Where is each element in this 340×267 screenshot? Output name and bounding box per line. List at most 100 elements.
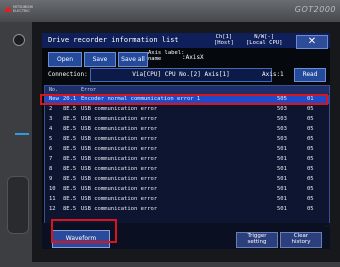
table-cell-code: 8E.5 — [63, 196, 77, 202]
table-cell-c1: 503 — [277, 126, 287, 132]
table-row[interactable]: 11 8E.5 USB communication error 501 05 — [45, 195, 329, 204]
save-all-button[interactable]: Save all — [118, 52, 148, 67]
table-cell-text: USB communication error — [81, 106, 158, 112]
table-cell-code: 8E.5 — [63, 186, 77, 192]
network-info: N/W[-] [Local CPU] — [246, 34, 283, 46]
table-cell-c2: 05 — [307, 116, 314, 122]
window-title-bar: Drive recorder information list Ch[1] [H… — [42, 33, 330, 49]
table-cell-text: USB communication error — [81, 176, 158, 182]
device-top-bar: MITSUBISHI ELECTRIC GOT2000 — [0, 0, 340, 22]
table-row[interactable]: 12 8E.5 USB communication error 501 05 — [45, 205, 329, 214]
table-cell-c2: 05 — [307, 186, 314, 192]
waveform-button-highlight — [51, 219, 117, 243]
table-cell-text: USB communication error — [81, 166, 158, 172]
table-row[interactable]: 5 8E.5 USB communication error 503 05 — [45, 135, 329, 144]
table-cell-c2: 05 — [307, 136, 314, 142]
table-cell-code: 8E.5 — [63, 126, 77, 132]
table-cell-c1: 501 — [277, 196, 287, 202]
table-row[interactable]: 8 8E.5 USB communication error 501 05 — [45, 165, 329, 174]
table-cell-text: USB communication error — [81, 116, 158, 122]
table-header: No. Error — [45, 86, 329, 94]
hmi-device: MITSUBISHI ELECTRIC GOT2000 Drive record… — [0, 0, 340, 267]
table-row[interactable]: 7 8E.5 USB communication error 501 05 — [45, 155, 329, 164]
device-model: GOT2000 — [294, 5, 336, 14]
close-button[interactable]: ✕ — [296, 35, 328, 49]
table-cell-text: USB communication error — [81, 196, 158, 202]
table-cell-c2: 05 — [307, 196, 314, 202]
axis-number: Axis:1 — [262, 71, 284, 78]
table-cell-no: 7 — [49, 156, 53, 162]
table-cell-code: 8E.5 — [63, 206, 77, 212]
table-row[interactable]: 9 8E.5 USB communication error 501 05 — [45, 175, 329, 184]
table-cell-c2: 05 — [307, 106, 314, 112]
table-cell-no: 6 — [49, 146, 53, 152]
save-button[interactable]: Save — [84, 52, 116, 67]
table-cell-c2: 05 — [307, 206, 314, 212]
table-cell-c1: 503 — [277, 106, 287, 112]
clear-history-button[interactable]: Clear history — [280, 232, 322, 248]
table-row[interactable]: 2 8E.5 USB communication error 503 05 — [45, 105, 329, 114]
table-cell-text: USB communication error — [81, 136, 158, 142]
trigger-setting-button[interactable]: Trigger setting — [236, 232, 278, 248]
table-cell-no: 12 — [49, 206, 56, 212]
table-cell-code: 8E.5 — [63, 116, 77, 122]
table-cell-c1: 501 — [277, 206, 287, 212]
table-cell-code: 8E.5 — [63, 156, 77, 162]
table-cell-c2: 05 — [307, 126, 314, 132]
column-header-error: Error — [81, 87, 97, 93]
table-cell-c1: 501 — [277, 146, 287, 152]
table-cell-code: 8E.5 — [63, 136, 77, 142]
table-cell-no: 5 — [49, 136, 53, 142]
table-cell-c1: 501 — [277, 166, 287, 172]
table-cell-c1: 501 — [277, 156, 287, 162]
table-row[interactable]: 3 8E.5 USB communication error 503 05 — [45, 115, 329, 124]
read-button[interactable]: Read — [294, 68, 326, 82]
table-cell-text: USB communication error — [81, 186, 158, 192]
axis-label-caption: Axis label: name — [148, 50, 185, 62]
open-button[interactable]: Open — [48, 52, 82, 67]
table-row[interactable]: 4 8E.5 USB communication error 503 05 — [45, 125, 329, 134]
table-cell-c2: 05 — [307, 156, 314, 162]
table-cell-no: 8 — [49, 166, 53, 172]
table-cell-no: 4 — [49, 126, 53, 132]
card-slot — [7, 176, 29, 234]
table-cell-c2: 05 — [307, 146, 314, 152]
table-cell-c1: 503 — [277, 116, 287, 122]
connection-field[interactable]: Via[CPU] CPU No.[2] Axis[1] — [90, 68, 272, 82]
clear-history-label: Clear history — [291, 233, 311, 245]
table-cell-no: 9 — [49, 176, 53, 182]
status-led-icon — [15, 133, 29, 135]
table-cell-text: USB communication error — [81, 156, 158, 162]
power-knob-icon — [13, 34, 25, 46]
table-cell-no: 10 — [49, 186, 56, 192]
table-cell-code: 8E.5 — [63, 146, 77, 152]
table-cell-c1: 501 — [277, 186, 287, 192]
brand-logo: MITSUBISHI ELECTRIC — [4, 5, 34, 18]
table-cell-text: USB communication error — [81, 206, 158, 212]
table-cell-no: 11 — [49, 196, 56, 202]
column-header-no: No. — [49, 87, 59, 93]
table-row[interactable]: 6 8E.5 USB communication error 501 05 — [45, 145, 329, 154]
table-cell-text: USB communication error — [81, 126, 158, 132]
logo-mark-icon — [4, 6, 12, 12]
table-row[interactable]: 10 8E.5 USB communication error 501 05 — [45, 185, 329, 194]
brand-logo-text: MITSUBISHI ELECTRIC — [13, 5, 34, 13]
table-cell-text: USB communication error — [81, 146, 158, 152]
alarm-table: No. Error New 20.1 Encoder normal communic… — [44, 85, 330, 224]
table-cell-c1: 501 — [277, 176, 287, 182]
table-cell-c2: 05 — [307, 166, 314, 172]
table-cell-code: 8E.5 — [63, 176, 77, 182]
hmi-screen: Drive recorder information list Ch[1] [H… — [42, 33, 330, 249]
table-cell-no: 2 — [49, 106, 53, 112]
axis-name-value: :AxisX — [182, 54, 204, 61]
table-cell-code: 8E.5 — [63, 106, 77, 112]
trigger-setting-label: Trigger setting — [247, 233, 267, 245]
table-cell-c1: 503 — [277, 136, 287, 142]
window-title: Drive recorder information list — [48, 36, 179, 44]
connection-label: Connection: — [48, 71, 88, 78]
channel-info: Ch[1] [Host] — [214, 34, 234, 46]
table-cell-code: 8E.5 — [63, 166, 77, 172]
selected-row-highlight — [40, 94, 328, 105]
table-cell-no: 3 — [49, 116, 53, 122]
table-cell-c2: 05 — [307, 176, 314, 182]
